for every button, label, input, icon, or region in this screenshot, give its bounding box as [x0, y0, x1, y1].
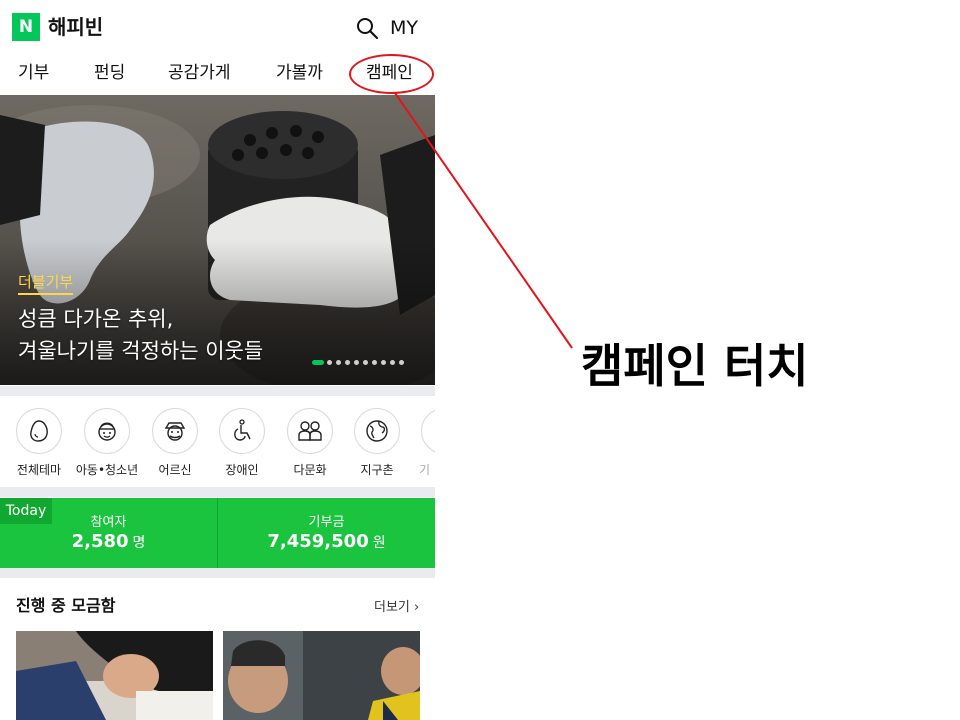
- callout-pointer: [394, 92, 573, 349]
- callout-instruction: 캠페인 터치: [581, 339, 809, 393]
